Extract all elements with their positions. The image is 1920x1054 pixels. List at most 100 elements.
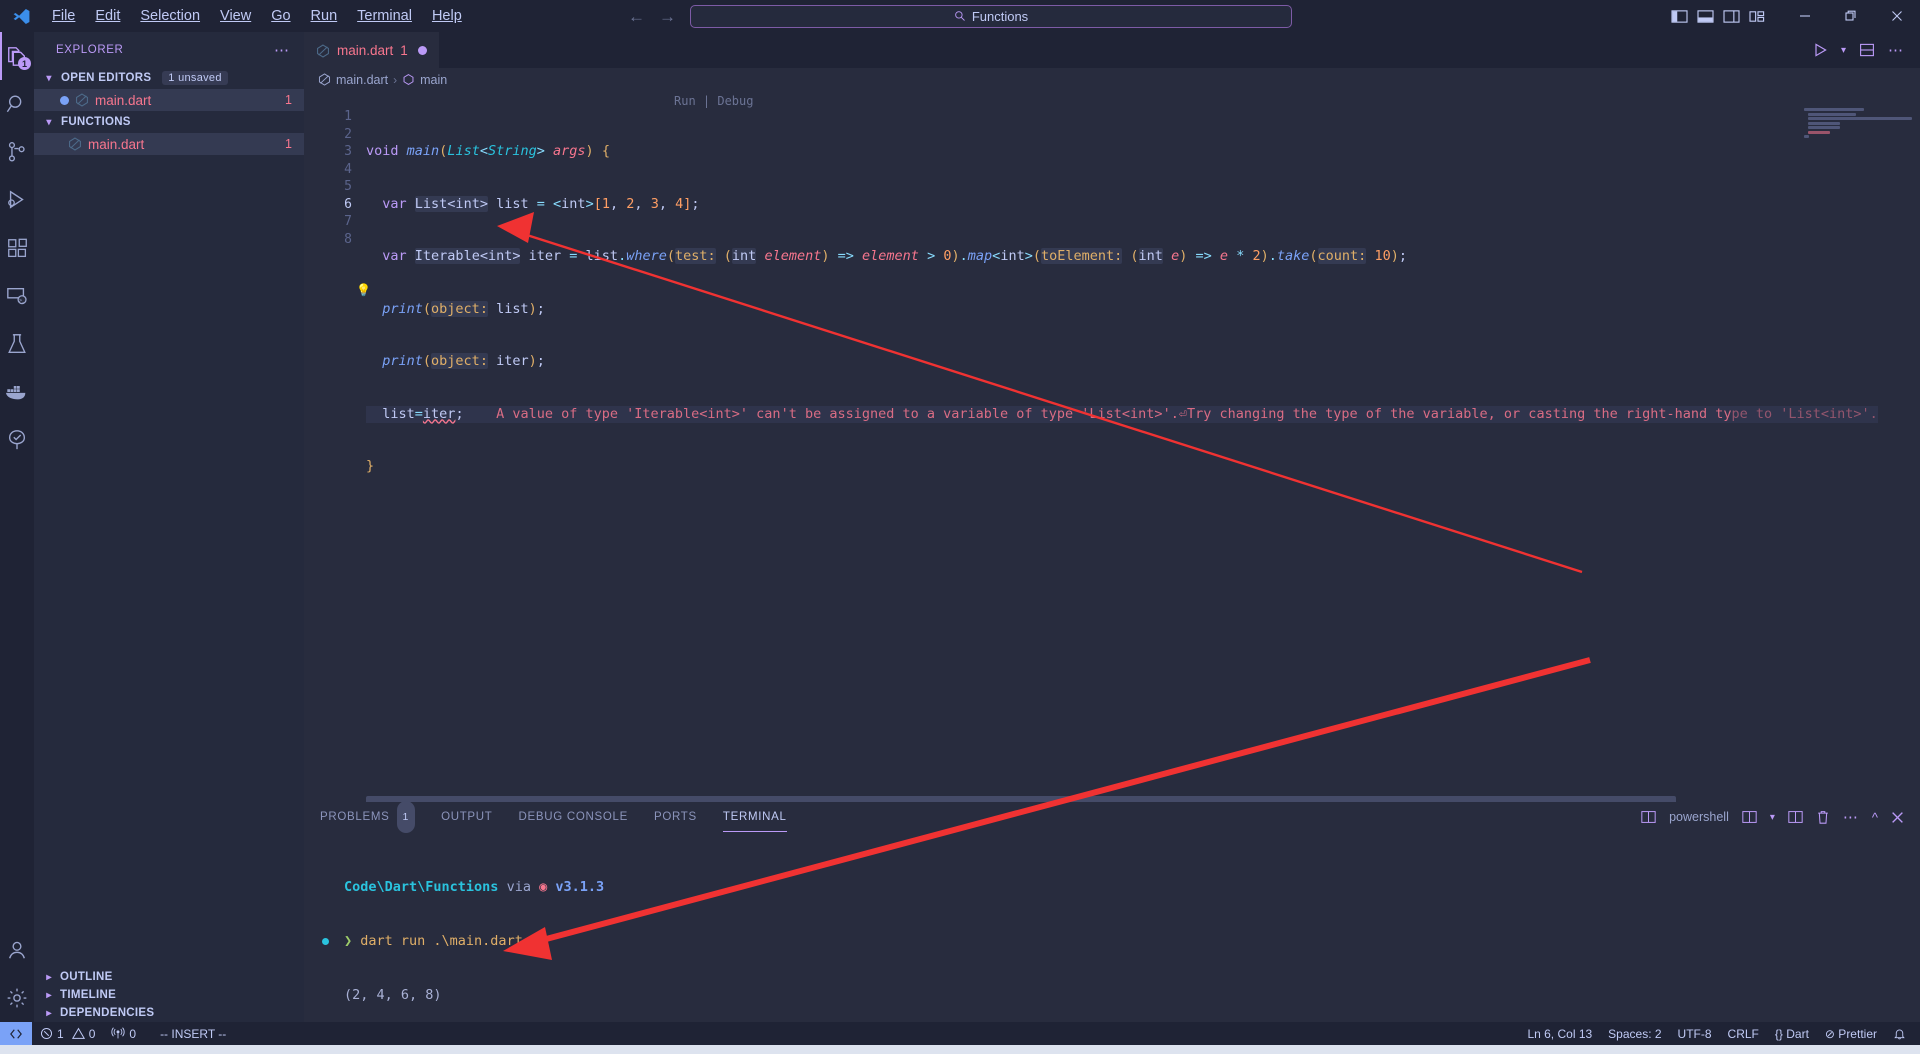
- panel-tab-output[interactable]: OUTPUT: [441, 802, 492, 832]
- chevron-down-icon[interactable]: ▾: [1770, 812, 1775, 823]
- code-line-6: list=iter; A value of type 'Iterable<int…: [366, 405, 1878, 423]
- chevron-up-icon[interactable]: ^: [1872, 810, 1878, 825]
- minimap[interactable]: [1804, 108, 1912, 168]
- notifications-bell[interactable]: [1885, 1022, 1914, 1045]
- command-center[interactable]: Functions: [690, 4, 1292, 28]
- remote-window-button[interactable]: [0, 1022, 32, 1045]
- language-mode[interactable]: {} Dart: [1767, 1022, 1817, 1045]
- vim-mode-label: -- INSERT --: [160, 1026, 227, 1041]
- tab-dirty-indicator[interactable]: [417, 46, 427, 55]
- section-label: FUNCTIONS: [61, 116, 131, 128]
- terminal-line: (2, 4, 6, 8): [344, 987, 442, 1003]
- sidebar-section-outline[interactable]: ▸ OUTLINE: [34, 968, 304, 986]
- activity-item-testing[interactable]: [0, 320, 34, 368]
- chevron-right-icon: ▸: [46, 1007, 52, 1019]
- more-actions-icon[interactable]: ⋯: [1888, 41, 1904, 59]
- ports-status[interactable]: 0: [103, 1022, 144, 1045]
- activity-item-explorer[interactable]: 1: [0, 32, 34, 80]
- tab-problem-count: 1: [400, 43, 408, 58]
- menu-item-view[interactable]: View: [210, 4, 261, 28]
- code-editor[interactable]: Run | Debug 1 2 3 4 5 6 7 8 💡 void main(…: [304, 91, 1920, 808]
- remote-window-icon: [10, 1028, 22, 1039]
- indentation[interactable]: Spaces: 2: [1600, 1022, 1669, 1045]
- panel-tab-debug-console[interactable]: DEBUG CONSOLE: [519, 802, 628, 832]
- menu-item-edit[interactable]: Edit: [85, 4, 130, 28]
- panel-tab-ports[interactable]: PORTS: [654, 802, 697, 832]
- breadcrumb-item-file[interactable]: main.dart: [336, 73, 388, 87]
- open-editor-row-main-dart[interactable]: main.dart 1: [34, 89, 304, 111]
- panel-tab-problems[interactable]: PROBLEMS 1: [320, 801, 416, 833]
- terminal-split-icon[interactable]: [1641, 810, 1656, 824]
- terminal-output[interactable]: Code\Dart\Functions via ◉ v3.1.3 ❯ dart …: [304, 832, 1920, 1022]
- problems-count-badge: 1: [396, 801, 416, 833]
- line-number-gutter: 1 2 3 4 5 6 7 8: [304, 108, 366, 248]
- sidebar-section-timeline[interactable]: ▸ TIMELINE: [34, 986, 304, 1004]
- activity-item-extensions[interactable]: [0, 224, 34, 272]
- remote-explorer-icon: >_: [7, 287, 27, 305]
- prettier-status[interactable]: ⊘ Prettier: [1817, 1022, 1885, 1045]
- split-editor-icon[interactable]: [1859, 42, 1875, 58]
- chevron-down-icon[interactable]: ▾: [1841, 45, 1846, 56]
- run-icon[interactable]: [1812, 42, 1828, 58]
- menu-bar[interactable]: File Edit Selection View Go Run Terminal…: [42, 4, 472, 28]
- cursor-position[interactable]: Ln 6, Col 13: [1519, 1022, 1600, 1045]
- code-line-1: void main(List<String> args) {: [366, 143, 610, 159]
- ellipsis-icon[interactable]: ⋯: [1843, 808, 1859, 826]
- code-content[interactable]: void main(List<String> args) { var List<…: [366, 108, 1878, 563]
- breadcrumb[interactable]: main.dart › main: [304, 68, 1920, 91]
- toggle-secondary-sidebar-icon[interactable]: [1723, 9, 1740, 24]
- arrow-left-icon[interactable]: ←: [628, 8, 645, 25]
- file-count: 1: [285, 137, 292, 151]
- file-row-main-dart[interactable]: main.dart 1: [34, 133, 304, 155]
- gear-icon: [7, 988, 27, 1008]
- eol[interactable]: CRLF: [1720, 1022, 1767, 1045]
- problems-status[interactable]: 1 0: [32, 1022, 103, 1045]
- panel-tab-terminal[interactable]: TERMINAL: [723, 802, 787, 832]
- activity-item-search[interactable]: [0, 80, 34, 128]
- split-terminal-icon[interactable]: [1788, 810, 1803, 824]
- customize-layout-icon[interactable]: [1749, 9, 1766, 24]
- toggle-primary-sidebar-icon[interactable]: [1671, 9, 1688, 24]
- activity-item-source-control[interactable]: [0, 128, 34, 176]
- ellipsis-icon[interactable]: ⋯: [274, 41, 290, 59]
- activity-item-todo-tree[interactable]: [0, 416, 34, 464]
- encoding[interactable]: UTF-8: [1670, 1022, 1720, 1045]
- code-line-7: }: [366, 458, 375, 474]
- menu-item-run[interactable]: Run: [301, 4, 348, 28]
- new-terminal-icon[interactable]: [1742, 810, 1757, 824]
- activity-item-remote-explorer[interactable]: >_: [0, 272, 34, 320]
- minimize-button[interactable]: [1782, 0, 1828, 32]
- menu-item-file[interactable]: File: [42, 4, 85, 28]
- menu-item-help[interactable]: Help: [422, 4, 472, 28]
- section-label: DEPENDENCIES: [60, 1007, 155, 1019]
- sidebar-section-dependencies[interactable]: ▸ DEPENDENCIES: [34, 1004, 304, 1022]
- toggle-panel-icon[interactable]: [1697, 9, 1714, 24]
- breadcrumb-item-symbol[interactable]: main: [420, 73, 447, 87]
- sidebar-section-functions[interactable]: ▾ FUNCTIONS: [34, 111, 304, 133]
- warning-count: 0: [88, 1026, 96, 1041]
- sidebar-section-open-editors[interactable]: ▾ OPEN EDITORS 1 unsaved: [34, 67, 304, 89]
- menu-item-terminal[interactable]: Terminal: [347, 4, 422, 28]
- trash-icon[interactable]: [1816, 810, 1830, 825]
- file-label: main.dart: [88, 136, 145, 152]
- line-number: 7: [344, 214, 352, 229]
- title-bar: File Edit Selection View Go Run Terminal…: [0, 0, 1920, 32]
- search-icon: [955, 11, 965, 21]
- activity-item-run-and-debug[interactable]: [0, 176, 34, 224]
- menu-item-selection[interactable]: Selection: [130, 4, 210, 28]
- dirty-dot-icon: [60, 95, 69, 105]
- close-icon[interactable]: [1891, 811, 1904, 824]
- terminal-shell-name[interactable]: powershell: [1669, 810, 1729, 824]
- activity-item-docker[interactable]: [0, 368, 34, 416]
- activity-item-accounts[interactable]: [0, 926, 34, 974]
- svg-text:>_: >_: [19, 297, 26, 304]
- arrow-right-icon[interactable]: →: [659, 8, 676, 25]
- menu-item-go[interactable]: Go: [261, 4, 300, 28]
- maximize-button[interactable]: [1828, 0, 1874, 32]
- codelens[interactable]: Run | Debug: [674, 94, 753, 108]
- tab-label: main.dart: [337, 43, 394, 58]
- editor-tab-main-dart[interactable]: main.dart 1: [304, 32, 439, 68]
- panel-tab-label: PORTS: [653, 811, 697, 823]
- close-button[interactable]: [1874, 0, 1920, 32]
- activity-item-manage[interactable]: [0, 974, 34, 1022]
